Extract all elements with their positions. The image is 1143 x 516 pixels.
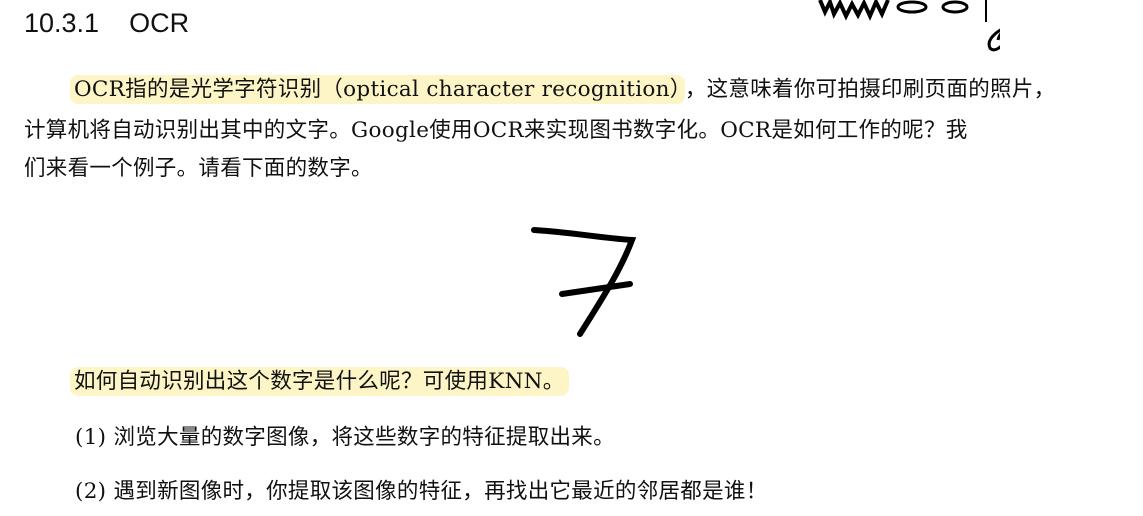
section-number: 10.3.1 xyxy=(24,8,100,38)
section-title: OCR xyxy=(129,8,190,38)
cartoon-illustration xyxy=(818,0,1000,52)
step-1: (1) 浏览大量的数字图像，将这些数字的特征提取出来。 xyxy=(75,425,615,450)
paragraph-line-1: OCR指的是光学字符识别（optical character recogniti… xyxy=(70,72,1055,104)
paragraph-line-3: 们来看一个例子。请看下面的数字。 xyxy=(24,156,373,181)
paragraph-line-2: 计算机将自动识别出其中的文字。Google使用OCR来实现图书数字化。OCR是如… xyxy=(24,118,968,143)
highlight: OCR指的是光学字符识别（optical character recogniti… xyxy=(70,75,685,104)
question-line: 如何自动识别出这个数字是什么呢？可使用KNN。 xyxy=(70,364,569,396)
step-2: (2) 遇到新图像时，你提取该图像的特征，再找出它最近的邻居都是谁！ xyxy=(75,479,768,504)
section-heading: 10.3.1 OCR xyxy=(24,8,219,39)
handwritten-digit-seven xyxy=(531,227,637,337)
